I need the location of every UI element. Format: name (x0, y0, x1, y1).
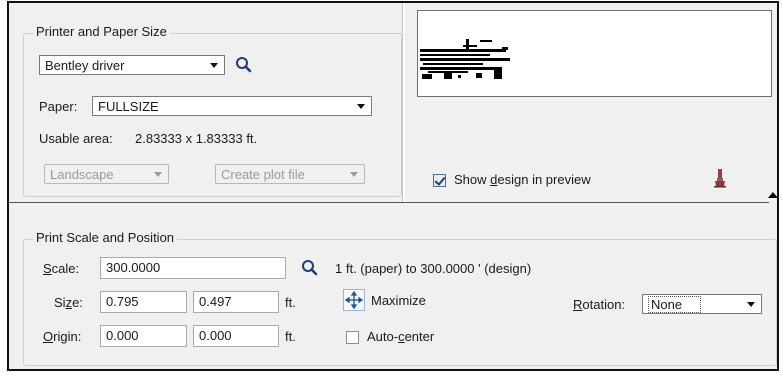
maximize-label[interactable]: Maximize (371, 293, 426, 308)
rotation-label: Rotation: (573, 297, 626, 312)
rotation-select[interactable]: None (642, 294, 762, 314)
rotation-value: None (648, 295, 702, 313)
section-divider (9, 202, 769, 203)
chevron-down-icon (747, 302, 755, 307)
show-design-checkbox[interactable] (433, 174, 446, 187)
chevron-down-icon (210, 63, 218, 68)
printer-driver-select[interactable]: Bentley driver (39, 55, 225, 75)
chevron-down-icon (154, 172, 162, 177)
paper-select[interactable]: FULLSIZE (92, 96, 372, 116)
brush-icon[interactable] (712, 168, 728, 188)
design-preview (417, 10, 772, 97)
scale-input[interactable]: 300.0000 (100, 257, 286, 279)
size-unit: ft. (285, 295, 296, 310)
scale-label: Scale: (43, 261, 80, 276)
panel-splitter (402, 3, 405, 202)
triangle-up-icon[interactable] (768, 192, 778, 198)
usable-area-label: Usable area: (39, 131, 113, 146)
magnifier-icon[interactable] (300, 258, 320, 278)
origin-label: Origin: (43, 329, 82, 344)
printer-paper-title: Printer and Paper Size (33, 24, 170, 39)
chevron-down-icon (350, 172, 358, 177)
origin-unit: ft. (285, 329, 296, 344)
size-x-input[interactable]: 0.795 (100, 291, 187, 313)
show-design-label: Show design in preview (454, 172, 591, 187)
auto-center-label: Auto-center (367, 329, 435, 344)
preview-drawing (420, 39, 510, 79)
usable-area-value: 2.83333 x 1.83333 ft. (135, 131, 258, 146)
print-scale-title: Print Scale and Position (33, 230, 178, 245)
size-label: Size: (54, 295, 83, 310)
magnifier-icon[interactable] (234, 55, 254, 75)
move-arrows-icon[interactable] (343, 289, 365, 311)
orientation-select[interactable]: Landscape (44, 164, 169, 184)
output-value: Create plot file (221, 166, 305, 182)
print-dialog: Printer and Paper Size Bentley driver Pa… (7, 1, 779, 371)
auto-center-checkbox[interactable] (346, 331, 359, 344)
origin-y-input[interactable]: 0.000 (193, 325, 279, 347)
scale-description: 1 ft. (paper) to 300.0000 ' (design) (335, 261, 532, 276)
orientation-value: Landscape (50, 166, 114, 182)
paper-value: FULLSIZE (98, 98, 159, 114)
size-y-input[interactable]: 0.497 (193, 291, 279, 313)
output-select[interactable]: Create plot file (215, 164, 365, 184)
chevron-down-icon (357, 104, 365, 109)
origin-x-input[interactable]: 0.000 (100, 325, 187, 347)
paper-label: Paper: (39, 99, 78, 114)
printer-driver-value: Bentley driver (45, 57, 125, 73)
